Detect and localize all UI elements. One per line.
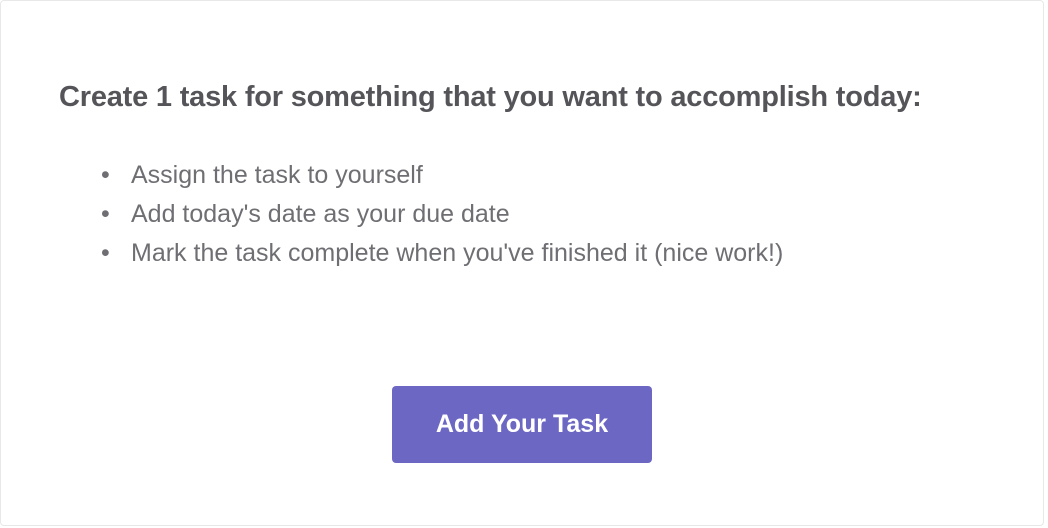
- list-item: Assign the task to yourself: [101, 156, 985, 195]
- onboarding-card: Create 1 task for something that you wan…: [0, 0, 1044, 526]
- add-your-task-button[interactable]: Add Your Task: [392, 386, 652, 463]
- list-item: Mark the task complete when you've finis…: [101, 234, 985, 273]
- button-container: Add Your Task: [59, 386, 985, 485]
- list-item: Add today's date as your due date: [101, 195, 985, 234]
- card-heading: Create 1 task for something that you wan…: [59, 81, 985, 114]
- instruction-list: Assign the task to yourself Add today's …: [59, 156, 985, 272]
